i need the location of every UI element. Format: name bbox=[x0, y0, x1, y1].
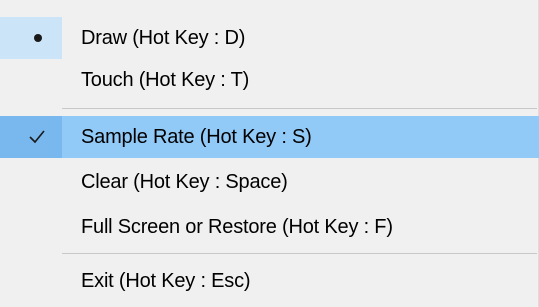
menu-item-label: Touch (Hot Key : T) bbox=[81, 69, 250, 91]
check-icon bbox=[29, 130, 45, 144]
context-menu: Draw (Hot Key : D) Touch (Hot Key : T) S… bbox=[0, 0, 539, 307]
menu-item-gutter bbox=[0, 17, 62, 59]
bullet-icon bbox=[34, 34, 42, 42]
menu-item-draw[interactable]: Draw (Hot Key : D) bbox=[0, 17, 539, 59]
menu-item-label: Full Screen or Restore (Hot Key : F) bbox=[81, 216, 393, 238]
menu-item-gutter bbox=[0, 116, 62, 158]
menu-item-gutter bbox=[0, 260, 62, 302]
menu-item-clear[interactable]: Clear (Hot Key : Space) bbox=[0, 161, 539, 203]
menu-item-sample-rate[interactable]: Sample Rate (Hot Key : S) bbox=[0, 116, 539, 158]
menu-separator bbox=[62, 253, 537, 254]
menu-item-touch[interactable]: Touch (Hot Key : T) bbox=[0, 59, 539, 101]
menu-separator bbox=[62, 108, 537, 109]
menu-item-full-screen[interactable]: Full Screen or Restore (Hot Key : F) bbox=[0, 206, 539, 248]
menu-item-gutter bbox=[0, 206, 62, 248]
menu-item-label: Draw (Hot Key : D) bbox=[81, 27, 246, 49]
menu-item-gutter bbox=[0, 59, 62, 101]
menu-item-label: Sample Rate (Hot Key : S) bbox=[81, 126, 312, 148]
menu-item-gutter bbox=[0, 161, 62, 203]
menu-item-label: Exit (Hot Key : Esc) bbox=[81, 270, 251, 292]
menu-item-exit[interactable]: Exit (Hot Key : Esc) bbox=[0, 260, 539, 302]
menu-item-label: Clear (Hot Key : Space) bbox=[81, 171, 288, 193]
